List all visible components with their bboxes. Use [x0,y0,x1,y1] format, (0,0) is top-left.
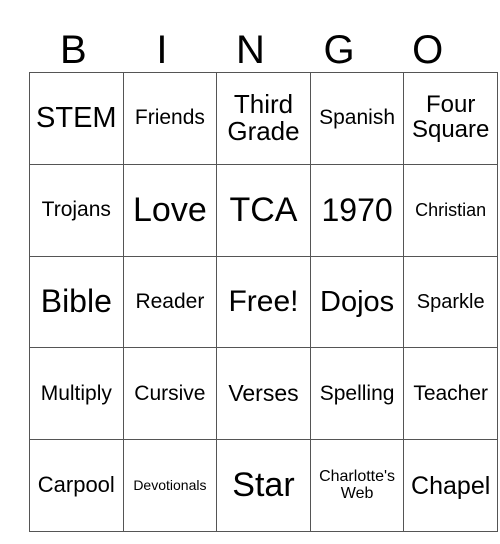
bingo-header-letter-o: O [412,28,444,72]
bingo-grid: STEM Friends Third Grade Spanish Four Sq… [29,72,498,532]
bingo-cell[interactable]: TCA [216,163,311,257]
bingo-cell-label: Christian [415,199,487,220]
bingo-cell[interactable]: Love [122,163,218,257]
bingo-card: B I N G O STEM Friends Third Grade Spani… [29,8,498,532]
bingo-cell-label: Carpool [37,472,115,498]
bingo-cell[interactable]: Chapel [403,439,498,532]
bingo-cell-label: STEM [36,102,117,135]
bingo-header-letter-g: G [323,28,355,72]
bingo-header-row: B I N G O [29,8,472,72]
bingo-cell-free[interactable]: Free! [216,255,311,349]
bingo-cell-label: Cursive [134,381,206,405]
bingo-cell-label: Third Grade [227,89,300,147]
bingo-header-letter-i: I [156,28,168,72]
bingo-cell-label: Star [232,465,295,504]
bingo-cell-label: Bible [40,283,112,320]
bingo-cell[interactable]: Sparkle [403,255,498,349]
bingo-cell[interactable]: Third Grade [216,72,311,165]
bingo-cell-label: Sparkle [416,290,485,313]
bingo-cell-label: Teacher [413,381,489,405]
bingo-cell[interactable]: Bible [29,255,124,349]
bingo-cell[interactable]: Reader [122,255,218,349]
bingo-cell[interactable]: Four Square [403,72,498,165]
bingo-cell-label: Dojos [320,285,395,318]
bingo-cell-label: Multiply [40,381,112,405]
bingo-cell-label: Four Square [411,91,490,144]
bingo-cell[interactable]: Charlotte's Web [309,439,405,532]
bingo-row: Bible Reader Free! Dojos Sparkle [29,255,498,349]
bingo-cell-label: Friends [134,106,205,130]
bingo-header-letter-b: B [59,28,87,72]
bingo-cell-label: Verses [228,379,299,406]
bingo-cell[interactable]: Carpool [29,439,124,532]
bingo-cell[interactable]: Verses [216,347,311,441]
bingo-cell-label: TCA [229,190,298,229]
bingo-cell[interactable]: Christian [403,163,498,257]
bingo-cell-label: Reader [135,290,205,314]
bingo-cell-label: Chapel [411,471,491,500]
bingo-cell[interactable]: 1970 [309,163,405,257]
bingo-cell[interactable]: STEM [29,72,124,165]
bingo-cell[interactable]: Spanish [309,72,405,165]
bingo-cell-label: Devotionals [133,477,207,494]
bingo-cell[interactable]: Cursive [122,347,218,441]
bingo-cell-label: Charlotte's Web [319,467,396,502]
bingo-cell-label: Love [133,190,207,229]
bingo-row: STEM Friends Third Grade Spanish Four Sq… [29,72,498,165]
bingo-cell-label: Spelling [319,381,395,405]
bingo-header-letter-n: N [236,28,265,72]
bingo-cell[interactable]: Trojans [29,163,124,257]
bingo-free-space-label: Free! [228,285,299,319]
bingo-row: Carpool Devotionals Star Charlotte's Web… [29,439,498,532]
bingo-cell[interactable]: Spelling [309,347,405,441]
bingo-row: Multiply Cursive Verses Spelling Teacher [29,347,498,441]
bingo-cell[interactable]: Multiply [29,347,124,441]
bingo-cell[interactable]: Teacher [403,347,498,441]
bingo-cell[interactable]: Star [216,439,311,532]
bingo-cell-label: Spanish [319,106,396,130]
bingo-cell[interactable]: Devotionals [122,439,218,532]
bingo-cell[interactable]: Dojos [309,255,405,349]
bingo-cell[interactable]: Friends [122,72,218,165]
bingo-cell-label: 1970 [321,191,393,228]
bingo-cell-label: Trojans [41,198,111,222]
bingo-row: Trojans Love TCA 1970 Christian [29,163,498,257]
